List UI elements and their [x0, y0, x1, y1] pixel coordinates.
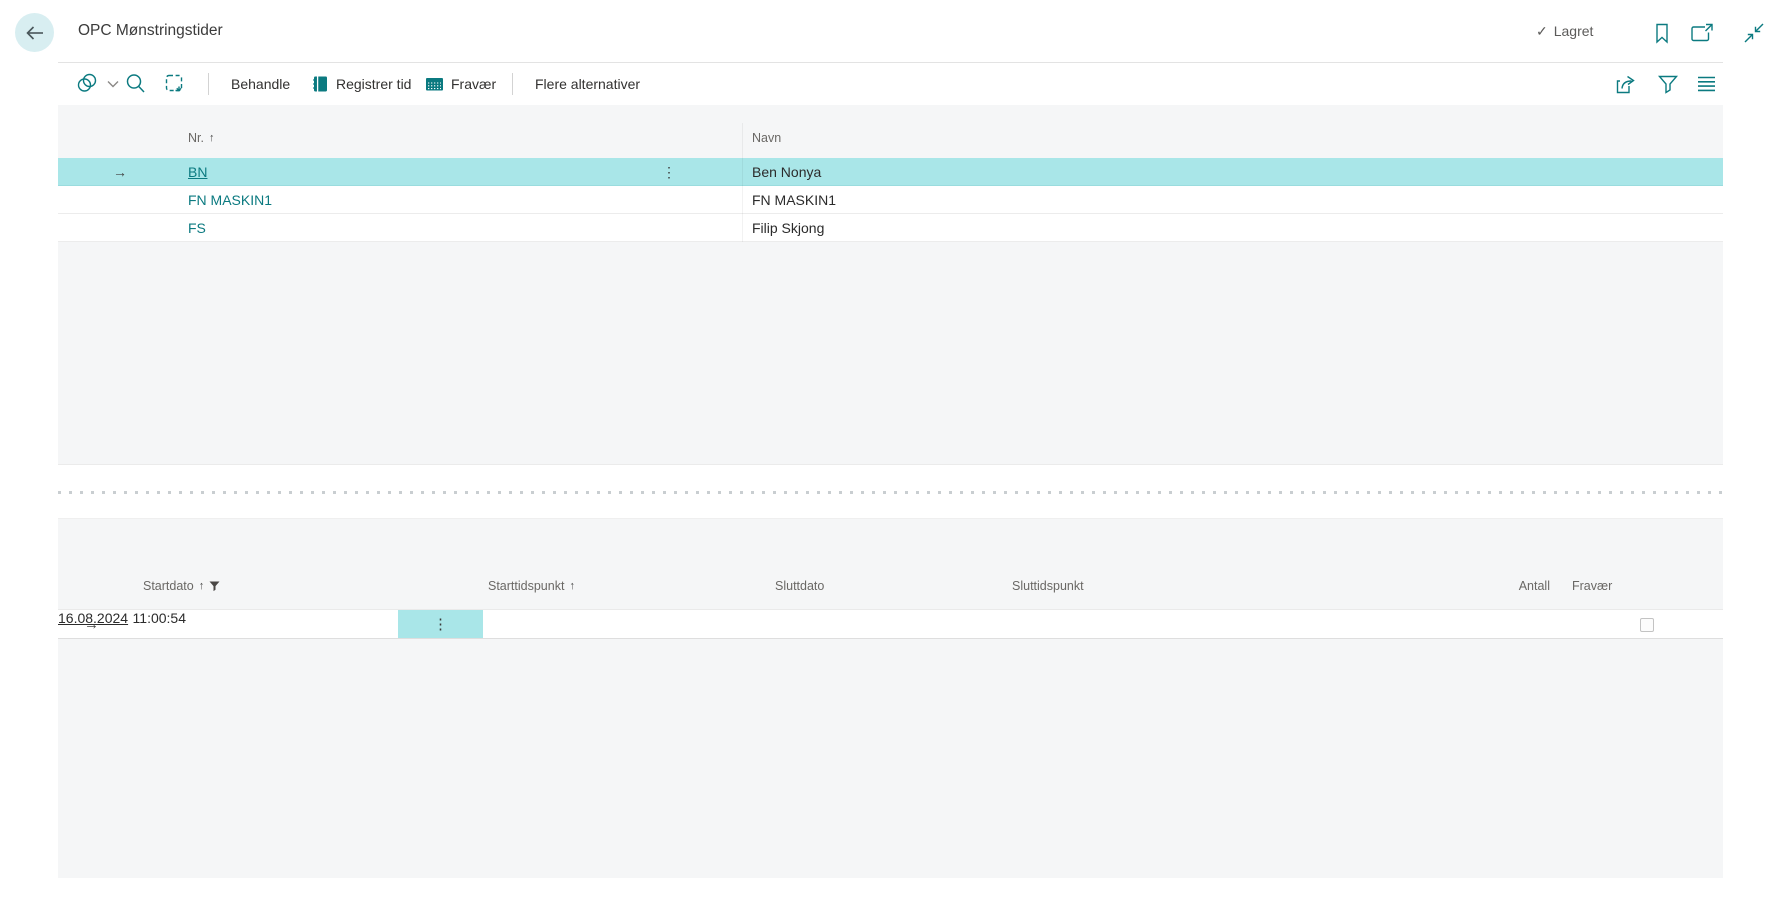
- fravaer-button[interactable]: Fravær: [425, 63, 496, 104]
- save-status-label: Lagret: [1554, 23, 1594, 39]
- employee-row[interactable]: → BN ⋮ Ben Nonya: [58, 158, 1723, 186]
- time-row[interactable]: → 16.08.2024 ⋮ 11:00:54: [58, 609, 1723, 639]
- registrer-tid-label: Registrer tid: [336, 76, 411, 92]
- back-button[interactable]: [15, 13, 54, 52]
- column-header-navn[interactable]: Navn: [752, 131, 781, 145]
- list-options-button[interactable]: [1696, 63, 1717, 104]
- analysis-button[interactable]: [164, 63, 185, 104]
- filter-funnel-icon: [1657, 74, 1679, 94]
- employee-navn: Filip Skjong: [752, 214, 824, 241]
- top-bar: OPC Mønstringstider ✓ Lagret: [0, 0, 1789, 62]
- action-divider: [512, 73, 513, 95]
- employee-nr-link[interactable]: BN: [188, 158, 207, 185]
- flere-alternativer-label: Flere alternativer: [535, 76, 640, 92]
- share-button[interactable]: [1614, 63, 1638, 104]
- row-menu-icon[interactable]: ⋮: [433, 617, 448, 632]
- views-icon: [76, 73, 100, 94]
- column-header-fravaer[interactable]: Fravær: [1572, 579, 1612, 593]
- list-icon: [1696, 75, 1717, 93]
- row-arrow-icon: →: [113, 158, 127, 185]
- collapse-layout-icon[interactable]: [1740, 20, 1768, 46]
- bookmark-icon[interactable]: [1648, 20, 1676, 46]
- grid-calendar-icon: [425, 76, 444, 92]
- behandle-button[interactable]: Behandle: [231, 63, 290, 104]
- employee-navn: Ben Nonya: [752, 158, 821, 185]
- journal-book-icon: [312, 75, 329, 93]
- fravaer-checkbox[interactable]: [1640, 618, 1654, 632]
- column-filter-icon: [209, 581, 220, 592]
- section-separator: [58, 491, 1723, 494]
- share-icon: [1614, 73, 1638, 95]
- analysis-icon: [164, 73, 185, 94]
- sort-asc-icon: ↑: [569, 580, 575, 592]
- row-menu-icon[interactable]: ⋮: [662, 158, 676, 185]
- save-status: ✓ Lagret: [1536, 0, 1593, 62]
- selected-cell[interactable]: ⋮: [398, 610, 483, 638]
- fravaer-label: Fravær: [451, 76, 496, 92]
- employee-nr-link[interactable]: FS: [188, 214, 206, 241]
- page-title: OPC Mønstringstider: [78, 0, 223, 62]
- behandle-label: Behandle: [231, 76, 290, 92]
- column-header-sluttdato[interactable]: Sluttdato: [775, 579, 824, 593]
- row-arrow-icon: →: [84, 610, 99, 638]
- column-header-starttidspunkt[interactable]: Starttidspunkt ↑: [488, 579, 575, 593]
- action-divider: [208, 73, 209, 95]
- chevron-down-icon: [107, 80, 119, 88]
- filter-button[interactable]: [1657, 63, 1679, 104]
- column-header-antall[interactable]: Antall: [1500, 579, 1550, 593]
- search-icon: [125, 73, 146, 94]
- employees-list: Nr. ↑ Navn → BN ⋮ Ben Nonya FN MASKIN1 F…: [58, 105, 1723, 465]
- back-arrow-icon: [25, 25, 45, 41]
- sort-asc-icon: ↑: [209, 132, 215, 144]
- column-separator: [742, 123, 743, 242]
- column-header-startdato[interactable]: Startdato ↑: [143, 579, 220, 593]
- app-window: OPC Mønstringstider ✓ Lagret: [0, 0, 1789, 904]
- column-header-sluttidspunkt[interactable]: Sluttidspunkt: [1012, 579, 1084, 593]
- employee-row[interactable]: FN MASKIN1 FN MASKIN1: [58, 186, 1723, 214]
- starttidspunkt-value: 11:00:54: [133, 610, 186, 626]
- times-grid: Startdato ↑ Starttidspunkt ↑ Sluttdato S…: [58, 518, 1723, 878]
- employee-navn: FN MASKIN1: [752, 186, 836, 213]
- sort-asc-icon: ↑: [199, 580, 205, 592]
- check-icon: ✓: [1536, 23, 1548, 40]
- search-button[interactable]: [125, 63, 146, 104]
- registrer-tid-button[interactable]: Registrer tid: [312, 63, 411, 104]
- employee-row[interactable]: FS Filip Skjong: [58, 214, 1723, 242]
- action-bar: Behandle Registrer tid: [0, 63, 1789, 104]
- open-in-window-icon[interactable]: [1688, 20, 1716, 46]
- flere-alternativer-button[interactable]: Flere alternativer: [535, 63, 640, 104]
- employee-nr-link[interactable]: FN MASKIN1: [188, 186, 272, 213]
- column-header-nr[interactable]: Nr. ↑: [188, 131, 214, 145]
- views-button[interactable]: [76, 63, 119, 104]
